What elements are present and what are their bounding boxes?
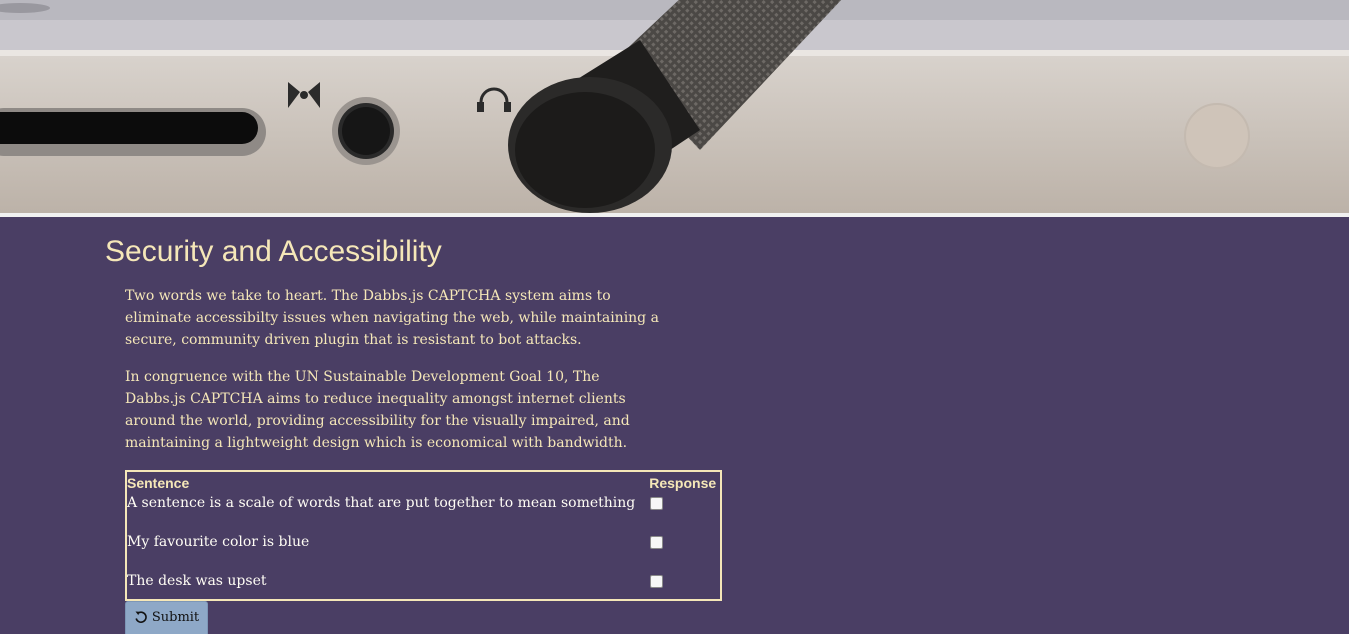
laptop-ports-photo [0,0,1349,213]
response-cell [649,531,720,570]
response-column-header: Response [649,475,717,491]
table-row: A sentence is a scale of words that are … [127,492,720,531]
hero-divider [0,213,1349,217]
response-checkbox[interactable] [650,575,664,588]
sentence-text: My favourite color is blue [127,534,310,550]
table-row: The desk was upset [127,570,720,599]
sentence-column-header: Sentence [127,475,190,491]
sentence-text: A sentence is a scale of words that are … [127,495,636,511]
hero-image [0,0,1349,213]
intro-paragraph: Two words we take to heart. The Dabbs.js… [125,288,659,348]
sdg-paragraph: In congruence with the UN Sustainable De… [125,369,630,451]
submit-button[interactable]: Submit [125,601,208,634]
table-row: My favourite color is blue [127,531,720,570]
response-checkbox[interactable] [650,497,664,510]
captcha-table: Sentence Response A sentence is a scale … [125,470,723,601]
response-checkbox[interactable] [650,536,664,549]
table-header-row: Sentence Response [127,472,720,492]
refresh-icon [135,611,147,623]
section-title: Security and Accessibility [105,235,442,268]
response-cell [649,570,720,599]
sentence-text: The desk was upset [127,573,267,589]
submit-label: Submit [151,609,200,625]
response-cell [649,492,720,531]
